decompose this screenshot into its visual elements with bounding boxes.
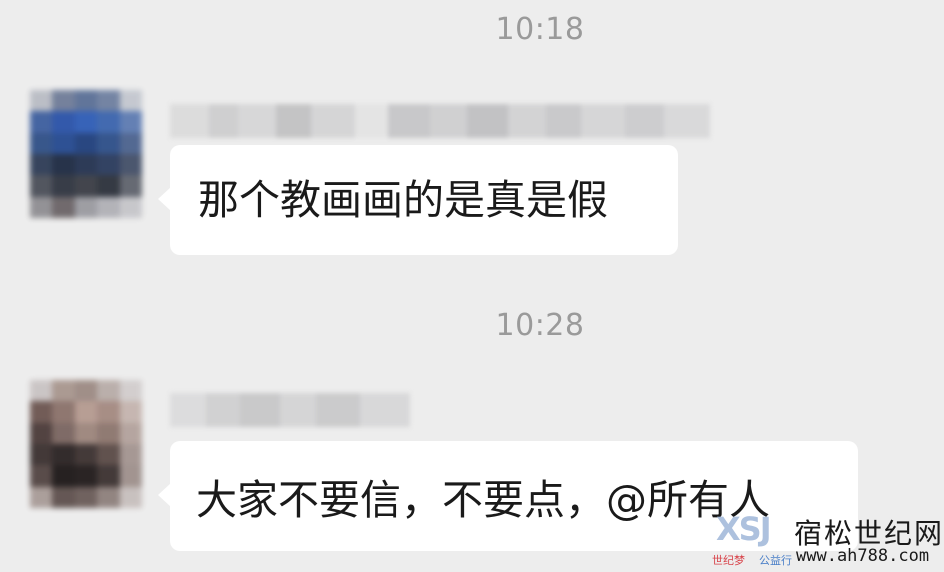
watermark-logo: XSJ [716, 510, 772, 548]
message-timestamp: 10:18 [495, 12, 585, 47]
avatar[interactable] [30, 90, 142, 218]
sender-name-redacted [170, 104, 711, 138]
sender-name-redacted [170, 393, 410, 427]
message-text: 那个教画画的是真是假 [198, 176, 608, 224]
watermark-slogan-left: 世纪梦 [712, 554, 745, 567]
avatar[interactable] [30, 380, 142, 508]
site-watermark: XSJ 世纪梦 公益行 宿松世纪网 www.ah788.com [710, 506, 944, 572]
watermark-site-url: www.ah788.com [796, 546, 930, 566]
message-text: 大家不要信，不要点，@所有人 [196, 476, 770, 524]
message-bubble[interactable]: 那个教画画的是真是假 [158, 145, 678, 255]
watermark-slogan-right: 公益行 [759, 554, 792, 567]
message-timestamp: 10:28 [495, 308, 585, 343]
watermark-logo-text: XSJ [716, 510, 772, 548]
watermark-slogan: 世纪梦 公益行 [712, 552, 792, 568]
